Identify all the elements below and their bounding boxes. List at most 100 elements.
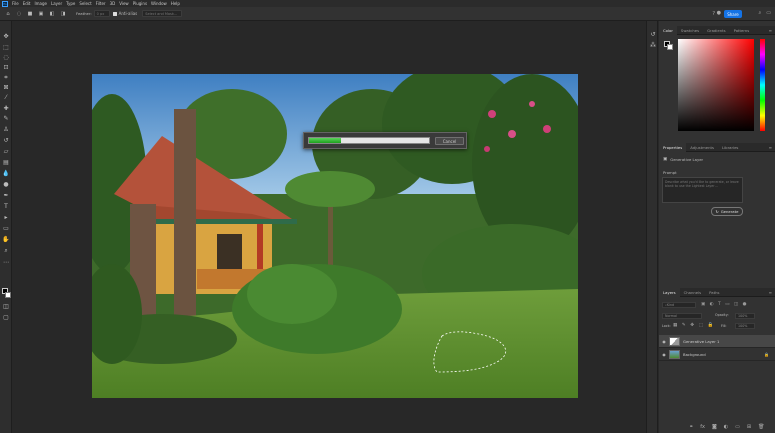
panel-menu-icon[interactable]: ≡: [769, 28, 772, 33]
photoshop-window: Ps File Edit Image Layer Type Select Fil…: [0, 0, 775, 433]
brush-tool-icon[interactable]: ✎: [2, 115, 10, 123]
search-icon[interactable]: ⌕: [758, 10, 761, 16]
crop-tool-icon[interactable]: ⌗: [2, 74, 10, 82]
document-canvas[interactable]: [13, 22, 646, 433]
history-brush-tool-icon[interactable]: ↺: [2, 137, 10, 145]
eraser-tool-icon[interactable]: ▱: [2, 148, 10, 156]
tab-paths[interactable]: Paths: [705, 288, 723, 297]
workspace-icon[interactable]: ▭: [766, 10, 771, 16]
tab-patterns[interactable]: Patterns: [730, 26, 754, 35]
clone-stamp-tool-icon[interactable]: ♙: [2, 126, 10, 134]
tab-color[interactable]: Color: [659, 25, 677, 35]
account-icon[interactable]: ●: [717, 10, 721, 16]
feather-input[interactable]: 0 px: [93, 10, 110, 17]
tab-gradients[interactable]: Gradients: [703, 26, 730, 35]
marquee-tool-icon[interactable]: ⬚: [2, 44, 10, 52]
properties-layer-type: ▣ Generative Layer: [663, 157, 703, 162]
help-icon[interactable]: ?: [712, 11, 715, 17]
frame-tool-icon[interactable]: ⊠: [2, 84, 10, 92]
add-mask-icon[interactable]: ◙: [712, 424, 717, 430]
blend-mode-select[interactable]: Normal: [662, 313, 702, 319]
blur-tool-icon[interactable]: 💧: [2, 170, 10, 178]
subtract-selection-icon[interactable]: ◧: [48, 10, 56, 18]
delete-layer-icon[interactable]: 🗑: [758, 424, 764, 430]
share-button[interactable]: Share: [724, 10, 742, 18]
menu-filter[interactable]: Filter: [96, 1, 106, 6]
zoom-tool-icon[interactable]: ⌕: [2, 247, 10, 255]
menu-select[interactable]: Select: [79, 1, 91, 6]
menu-view[interactable]: View: [119, 1, 129, 6]
hand-tool-icon[interactable]: ✋: [2, 236, 10, 244]
layer-filter-icons[interactable]: ▣ ◐ T ▭ ◫ ●: [701, 302, 748, 307]
pen-tool-icon[interactable]: ✒: [2, 192, 10, 200]
brush-settings-icon[interactable]: ⁂: [649, 42, 657, 50]
new-layer-icon[interactable]: ⊞: [747, 424, 751, 430]
new-group-icon[interactable]: ▭: [735, 424, 740, 430]
opacity-label: Opacity:: [715, 313, 729, 317]
visibility-eye-icon[interactable]: ◉: [659, 339, 669, 344]
home-icon[interactable]: ⌂: [4, 10, 12, 18]
generate-button[interactable]: ↻ Generate: [711, 207, 743, 216]
lasso-tool-preset-icon[interactable]: ◌: [15, 10, 23, 18]
prompt-textarea[interactable]: Describe what you'd like to generate, or…: [662, 177, 743, 203]
lasso-tool-icon[interactable]: ◌: [2, 54, 10, 62]
antialias-checkbox[interactable]: Anti-alias: [112, 11, 137, 16]
tab-swatches[interactable]: Swatches: [677, 26, 703, 35]
hue-slider[interactable]: [760, 39, 765, 131]
visibility-eye-icon[interactable]: ◉: [659, 352, 669, 357]
intersect-selection-icon[interactable]: ◨: [59, 10, 67, 18]
top-right-icons: ⌕ ▭: [758, 10, 771, 16]
dodge-tool-icon[interactable]: ●: [2, 181, 10, 189]
opacity-input[interactable]: 100%: [735, 313, 755, 319]
rectangle-tool-icon[interactable]: ▭: [2, 225, 10, 233]
object-select-tool-icon[interactable]: ⊡: [2, 64, 10, 72]
move-tool-icon[interactable]: ✥: [2, 33, 10, 41]
panel-menu-icon[interactable]: ≡: [769, 290, 772, 295]
tab-channels[interactable]: Channels: [680, 288, 706, 297]
history-panel-icon[interactable]: ↺: [649, 31, 657, 39]
generate-icon: ↻: [715, 209, 719, 214]
select-and-mask-button[interactable]: Select and Mask...: [142, 10, 183, 17]
screen-mode-icon[interactable]: ▢: [2, 314, 10, 322]
healing-brush-tool-icon[interactable]: ✚: [2, 105, 10, 113]
tab-adjustments[interactable]: Adjustments: [686, 143, 718, 152]
tab-libraries[interactable]: Libraries: [718, 143, 742, 152]
layer-row-background[interactable]: ◉ Background 🔒: [659, 348, 775, 361]
add-selection-icon[interactable]: ▣: [37, 10, 45, 18]
background-color-swatch[interactable]: [5, 292, 11, 298]
menu-file[interactable]: File: [12, 1, 19, 6]
menu-type[interactable]: Type: [66, 1, 75, 6]
new-selection-icon[interactable]: ■: [26, 10, 34, 18]
layer-filter-kind[interactable]: ⌕ Kind: [662, 302, 696, 308]
layer-style-icon[interactable]: fx: [700, 424, 705, 430]
lock-icons[interactable]: ▦ ✎ ✥ ⬚ 🔒: [673, 323, 715, 328]
cancel-button[interactable]: Cancel: [435, 137, 464, 145]
color-background-swatch[interactable]: [667, 44, 673, 50]
color-panel-tabs: Color Swatches Gradients Patterns ≡: [659, 25, 775, 35]
gradient-tool-icon[interactable]: ▤: [2, 159, 10, 167]
panel-menu-icon[interactable]: ≡: [769, 145, 772, 150]
adjustment-layer-icon[interactable]: ◐: [724, 424, 728, 430]
menu-layer[interactable]: Layer: [51, 1, 62, 6]
quick-mask-icon[interactable]: ◫: [2, 303, 10, 311]
more-tools-icon[interactable]: ⋯: [2, 259, 10, 267]
fill-input[interactable]: 100%: [735, 323, 755, 329]
link-layers-icon[interactable]: ⚭: [689, 424, 693, 430]
menu-window[interactable]: Window: [151, 1, 167, 6]
tab-properties[interactable]: Properties: [659, 142, 687, 152]
layer-row-generative[interactable]: ◉ Generative Layer 1: [659, 335, 775, 348]
photo-garden-house[interactable]: [92, 74, 578, 398]
color-picker-field[interactable]: [678, 39, 754, 131]
path-select-tool-icon[interactable]: ▸: [2, 214, 10, 222]
eyedropper-tool-icon[interactable]: ⁄: [2, 94, 10, 102]
panel-icon-strip: ↺ ⁂: [646, 21, 658, 433]
layer-thumbnail: [669, 336, 680, 346]
tab-layers[interactable]: Layers: [659, 287, 680, 297]
type-tool-icon[interactable]: T: [2, 203, 10, 211]
menu-3d[interactable]: 3D: [110, 1, 116, 6]
menu-edit[interactable]: Edit: [23, 1, 31, 6]
progress-bar-fill: [309, 138, 342, 143]
menu-help[interactable]: Help: [171, 1, 180, 6]
menu-image[interactable]: Image: [34, 1, 47, 6]
menu-plugins[interactable]: Plugins: [133, 1, 147, 6]
